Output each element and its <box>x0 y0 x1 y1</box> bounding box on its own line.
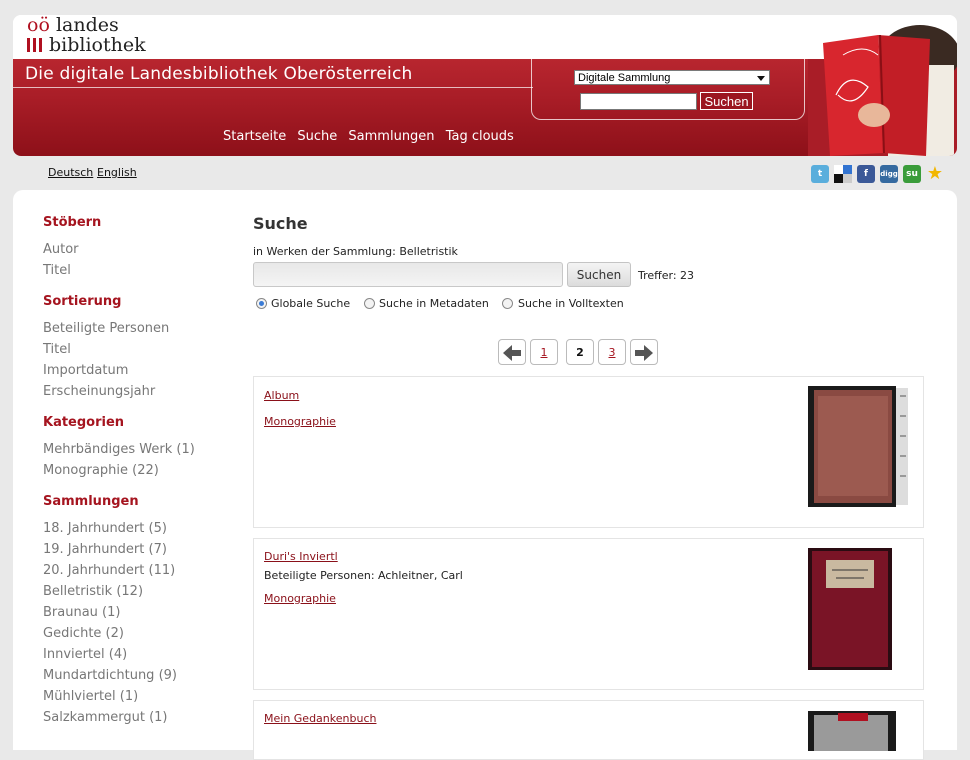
hit-count: Treffer: 23 <box>638 269 695 282</box>
sidebar-heading-sortierung: Sortierung <box>43 294 122 309</box>
result-item: Album Monographie <box>253 376 924 528</box>
radio-globale-suche[interactable] <box>256 298 267 309</box>
pagination-page-2-current: 2 <box>566 339 594 365</box>
delicious-icon[interactable] <box>834 165 852 183</box>
pagination-page-3[interactable]: 3 <box>598 339 626 365</box>
book-thumbnail[interactable] <box>808 386 910 507</box>
chevron-down-icon <box>757 76 765 81</box>
radio-label-metadaten: Suche in Metadaten <box>379 297 489 310</box>
collection-item[interactable]: 19. Jahrhundert (7) <box>43 542 167 557</box>
lang-deutsch[interactable]: Deutsch <box>48 166 93 179</box>
sort-importdatum[interactable]: Importdatum <box>43 363 128 378</box>
site-header: oö landes bibliothek Die digitale Landes… <box>13 15 957 156</box>
collection-item[interactable]: 20. Jahrhundert (11) <box>43 563 175 578</box>
sidebar-heading-stoebern: Stöbern <box>43 215 102 230</box>
result-title-link[interactable]: Duri's Inviertl <box>264 550 338 563</box>
main-panel: Stöbern Autor Titel Sortierung Beteiligt… <box>13 190 957 760</box>
book-thumbnail[interactable] <box>808 548 892 670</box>
logo-line1: oö landes <box>27 15 119 36</box>
pagination-next-button[interactable] <box>630 339 658 365</box>
header-search-input[interactable] <box>580 93 697 110</box>
collection-item[interactable]: Braunau (1) <box>43 605 120 620</box>
arrow-left-icon <box>503 345 521 361</box>
logo-bars-icon <box>27 38 45 52</box>
twitter-icon[interactable]: t <box>811 165 829 183</box>
radio-suche-metadaten[interactable] <box>364 298 375 309</box>
book-thumbnail[interactable] <box>808 711 896 751</box>
category-monographie[interactable]: Monographie (22) <box>43 463 159 478</box>
stumbleupon-icon[interactable]: su <box>903 165 921 183</box>
arrow-right-icon <box>635 345 653 361</box>
collection-select[interactable]: Digitale Sammlung <box>574 70 770 85</box>
pagination-page-1[interactable]: 1 <box>530 339 558 365</box>
header-search-panel: Digitale Sammlung Suchen <box>531 59 805 120</box>
sidebar-heading-kategorien: Kategorien <box>43 415 125 430</box>
collection-item[interactable]: Mühlviertel (1) <box>43 689 138 704</box>
radio-suche-volltexten[interactable] <box>502 298 513 309</box>
reader-illustration <box>808 15 957 156</box>
nav-startseite[interactable]: Startseite <box>223 129 286 144</box>
nav-tag-clouds[interactable]: Tag clouds <box>446 129 514 144</box>
search-scope: in Werken der Sammlung: Belletristik <box>253 245 458 258</box>
facebook-icon[interactable]: f <box>857 165 875 183</box>
favorite-star-icon[interactable]: ★ <box>926 165 944 183</box>
sidebar-item-autor[interactable]: Autor <box>43 242 79 257</box>
collection-item[interactable]: Gedichte (2) <box>43 626 124 641</box>
collection-item[interactable]: Mundartdichtung (9) <box>43 668 177 683</box>
result-type-link[interactable]: Monographie <box>264 415 336 428</box>
result-persons: Beteiligte Personen: Achleitner, Carl <box>264 569 463 582</box>
sort-erscheinungsjahr[interactable]: Erscheinungsjahr <box>43 384 155 399</box>
sidebar-item-titel[interactable]: Titel <box>43 263 71 278</box>
header-search-button[interactable]: Suchen <box>700 92 753 110</box>
result-item: Mein Gedankenbuch <box>253 700 924 760</box>
search-button[interactable]: Suchen <box>567 262 631 287</box>
result-title-link[interactable]: Mein Gedankenbuch <box>264 712 376 725</box>
sidebar-heading-sammlungen: Sammlungen <box>43 494 139 509</box>
collection-item[interactable]: Salzkammergut (1) <box>43 710 168 725</box>
nav-suche[interactable]: Suche <box>297 129 337 144</box>
page-title: Suche <box>253 214 308 233</box>
sort-beteiligte-personen[interactable]: Beteiligte Personen <box>43 321 169 336</box>
logo-line2: bibliothek <box>27 35 146 55</box>
banner-divider <box>13 87 533 88</box>
search-input[interactable] <box>253 262 563 287</box>
radio-label-globale-suche: Globale Suche <box>271 297 351 310</box>
collection-item[interactable]: 18. Jahrhundert (5) <box>43 521 167 536</box>
sort-titel[interactable]: Titel <box>43 342 71 357</box>
lang-english[interactable]: English <box>97 166 137 179</box>
pagination-prev-button[interactable] <box>498 339 526 365</box>
nav-sammlungen[interactable]: Sammlungen <box>348 129 434 144</box>
result-type-link[interactable]: Monographie <box>264 592 336 605</box>
main-nav: Startseite Suche Sammlungen Tag clouds <box>223 129 521 144</box>
site-title: Die digitale Landesbibliothek Oberösterr… <box>25 64 413 84</box>
digg-icon[interactable]: digg <box>880 165 898 183</box>
result-title-link[interactable]: Album <box>264 389 299 402</box>
category-mehrbaendiges-werk[interactable]: Mehrbändiges Werk (1) <box>43 442 195 457</box>
result-item: Duri's Inviertl Beteiligte Personen: Ach… <box>253 538 924 690</box>
collection-item[interactable]: Belletristik (12) <box>43 584 143 599</box>
radio-label-volltexten: Suche in Volltexten <box>518 297 624 310</box>
collection-item[interactable]: Innviertel (4) <box>43 647 127 662</box>
